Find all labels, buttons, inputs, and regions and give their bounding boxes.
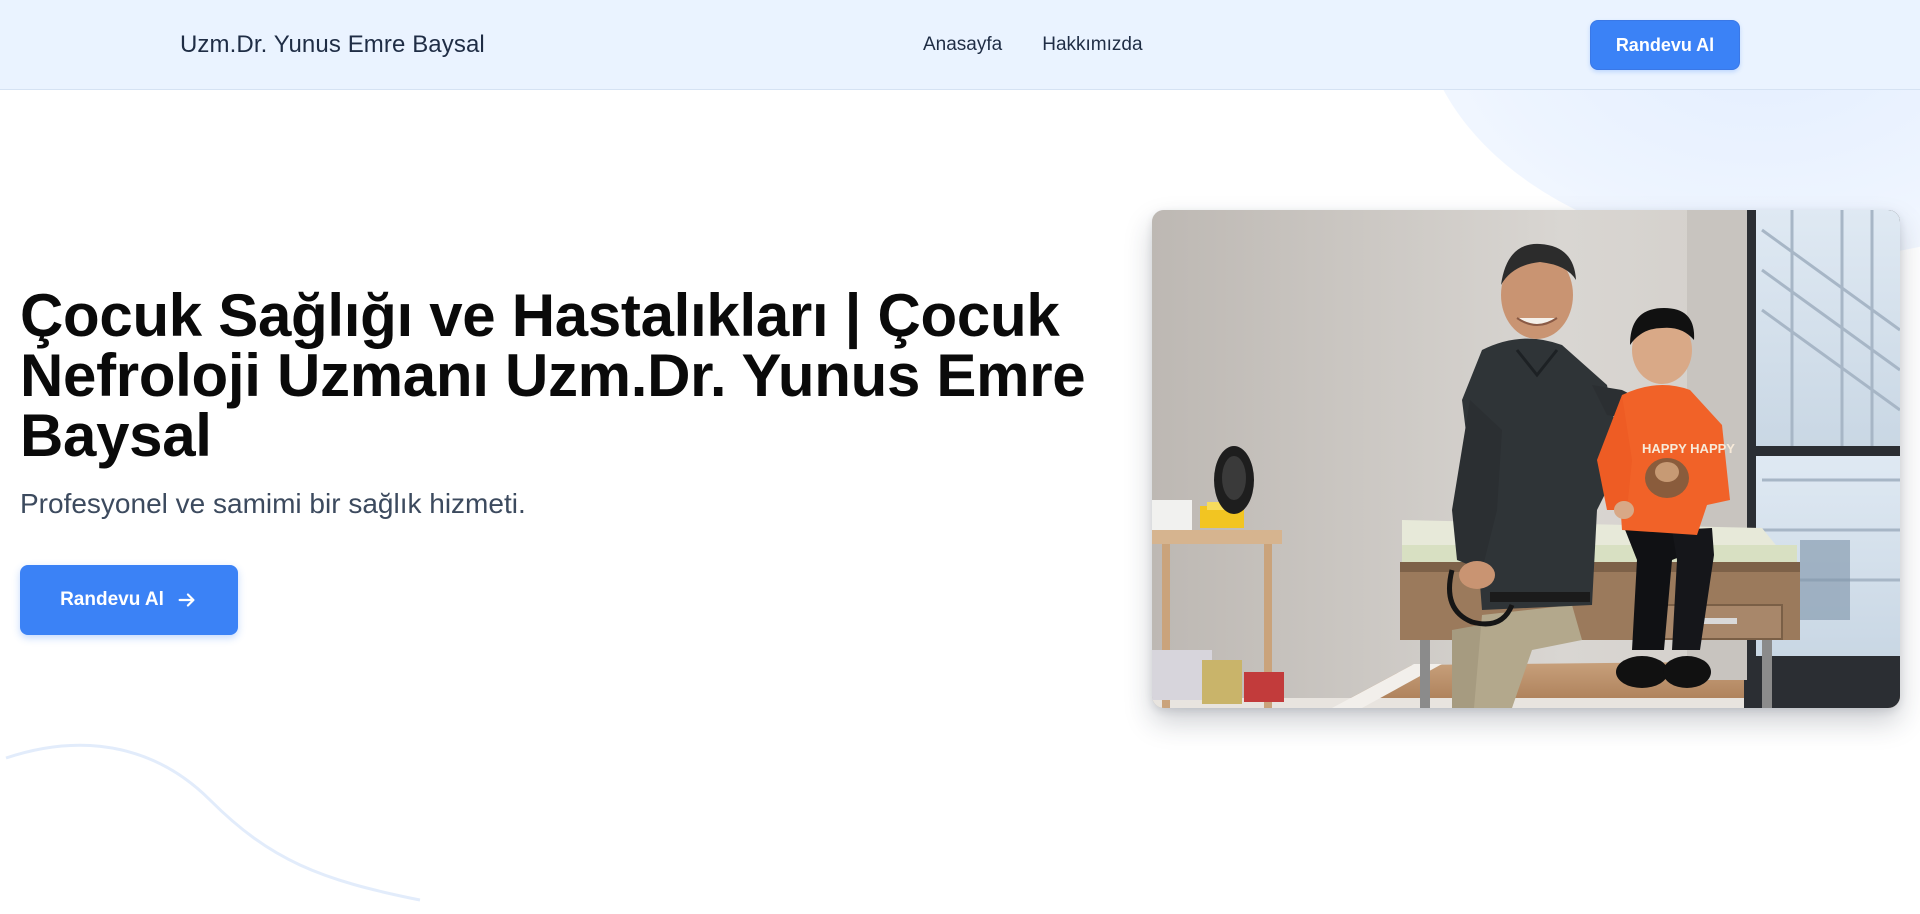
hero-appointment-button[interactable]: Randevu Al: [20, 565, 238, 635]
hero-title: Çocuk Sağlığı ve Hastalıkları | Çocuk Ne…: [20, 282, 1086, 469]
top-navbar: Uzm.Dr. Yunus Emre Baysal Anasayfa Hakkı…: [0, 0, 1920, 90]
background-curve: [5, 743, 421, 902]
hero-subtitle: Profesyonel ve samimi bir sağlık hizmeti…: [20, 488, 526, 519]
brand-logo-text[interactable]: Uzm.Dr. Yunus Emre Baysal: [180, 31, 485, 59]
header-appointment-button[interactable]: Randevu Al: [1590, 20, 1740, 70]
nav-link-hakkimizda[interactable]: Hakkımızda: [1042, 34, 1142, 56]
doctor-photo: HAPPY HAPPY: [1152, 210, 1900, 708]
nav-link-anasayfa[interactable]: Anasayfa: [923, 34, 1002, 56]
arrow-right-icon: [178, 593, 195, 607]
shirt-print-text: HAPPY HAPPY: [1642, 441, 1735, 456]
main-nav: Anasayfa Hakkımızda: [923, 34, 1143, 56]
hero-appointment-label: Randevu Al: [60, 589, 164, 610]
page: Uzm.Dr. Yunus Emre Baysal Anasayfa Hakkı…: [0, 0, 1920, 914]
doctor-with-child-illustration: HAPPY HAPPY: [1152, 210, 1900, 708]
